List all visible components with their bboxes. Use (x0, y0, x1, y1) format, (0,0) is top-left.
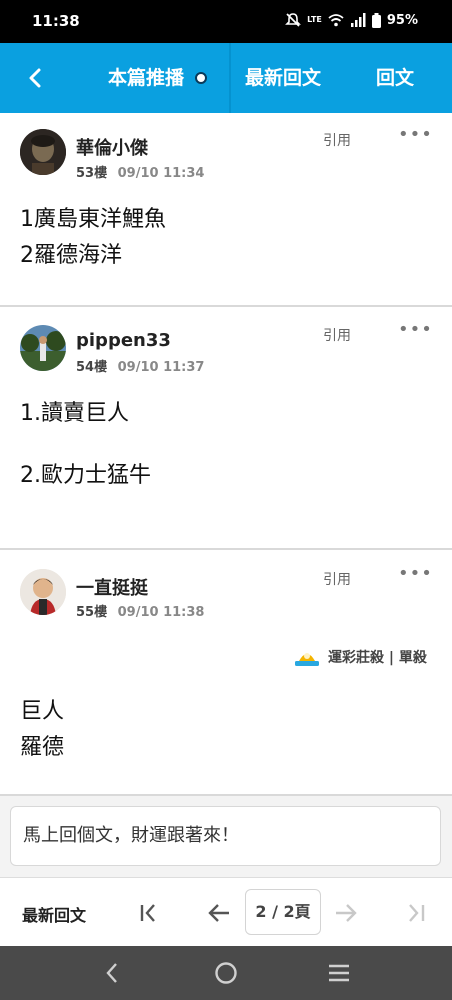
notification-dot-icon (195, 72, 207, 84)
floor-number: 53樓 (76, 166, 108, 181)
author-name[interactable]: 一直挺挺 (76, 574, 148, 600)
post-meta: 53樓 09/10 11:34 (76, 162, 204, 181)
floor-number: 55樓 (76, 605, 108, 620)
post-time: 09/10 11:37 (117, 360, 205, 375)
mute-icon (285, 13, 302, 27)
more-options-icon[interactable]: ••• (398, 319, 433, 340)
tab-current-topic[interactable]: 本篇推播 (108, 43, 184, 113)
back-arrow-icon[interactable] (20, 63, 50, 93)
reply-bar: 馬上回個文，財運跟著來！ (0, 796, 452, 878)
content-line: 巨人 (20, 699, 65, 724)
post-item: pippen33 54樓 09/10 11:37 引用 ••• 1.讀賣巨人 2… (0, 307, 452, 550)
tab-divider (229, 43, 231, 113)
signal-icon (350, 13, 366, 27)
first-page-icon[interactable] (136, 900, 162, 926)
reply-input[interactable]: 馬上回個文，財運跟著來！ (10, 806, 441, 866)
author-name[interactable]: pippen33 (76, 330, 171, 351)
content-line: 羅德 (20, 735, 65, 760)
post-content: 巨人 羅德 (20, 694, 64, 766)
previous-page-icon[interactable] (206, 900, 232, 926)
signature-link[interactable]: 運彩莊殺 | 單殺 (294, 647, 427, 667)
avatar[interactable] (20, 325, 66, 371)
quote-button[interactable]: 引用 (323, 130, 351, 150)
lottery-badge-icon (295, 653, 319, 666)
nav-home-icon[interactable] (213, 960, 239, 986)
nav-back-icon[interactable] (100, 960, 126, 986)
avatar[interactable] (20, 129, 66, 175)
post-content: 1廣島東洋鯉魚 2羅德海洋 (20, 202, 166, 274)
post-content: 1.讀賣巨人 2.歐力士猛牛 (20, 396, 151, 494)
author-name[interactable]: 華倫小傑 (76, 134, 148, 160)
post-meta: 54樓 09/10 11:37 (76, 356, 204, 375)
next-page-icon[interactable] (333, 900, 359, 926)
post-time: 09/10 11:34 (117, 166, 205, 181)
content-line: 2羅德海洋 (20, 243, 122, 268)
quote-button[interactable]: 引用 (323, 325, 351, 345)
signature-text: 運彩莊殺 | 單殺 (328, 650, 427, 666)
post-item: 一直挺挺 55樓 09/10 11:38 引用 ••• 運彩莊殺 | 單殺 巨人… (0, 550, 452, 796)
pager-bar: 最新回文 2 / 2頁 (0, 878, 452, 946)
avatar-image (20, 569, 66, 615)
status-time: 11:38 (32, 12, 80, 30)
content-line: 1.讀賣巨人 (20, 401, 129, 426)
network-type: LTE (307, 15, 322, 24)
nav-recents-icon[interactable] (326, 960, 352, 986)
system-nav-bar (0, 946, 452, 1000)
wifi-icon (328, 14, 344, 27)
app-bar: 本篇推播 最新回文 回文 (0, 43, 452, 113)
avatar-image (20, 129, 66, 175)
more-options-icon[interactable]: ••• (398, 563, 433, 584)
post-time: 09/10 11:38 (117, 605, 205, 620)
post-meta: 55樓 09/10 11:38 (76, 601, 204, 620)
last-page-icon[interactable] (404, 900, 430, 926)
tab-reply[interactable]: 回文 (376, 43, 414, 113)
content-line: 1廣島東洋鯉魚 (20, 207, 166, 232)
tab-latest-replies[interactable]: 最新回文 (245, 43, 321, 113)
latest-replies-link[interactable]: 最新回文 (22, 902, 86, 926)
post-item: 華倫小傑 53樓 09/10 11:34 引用 ••• 1廣島東洋鯉魚 2羅德海… (0, 113, 452, 307)
avatar-image (20, 325, 66, 371)
avatar[interactable] (20, 569, 66, 615)
page-selector[interactable]: 2 / 2頁 (245, 889, 321, 935)
floor-number: 54樓 (76, 360, 108, 375)
quote-button[interactable]: 引用 (323, 569, 351, 589)
more-options-icon[interactable]: ••• (398, 124, 433, 145)
status-icons: LTE 95% (285, 12, 418, 28)
content-line: 2.歐力士猛牛 (20, 463, 151, 488)
battery-icon (371, 12, 381, 28)
battery-level: 95% (386, 12, 418, 28)
status-bar: 11:38 LTE 95% (0, 0, 452, 43)
